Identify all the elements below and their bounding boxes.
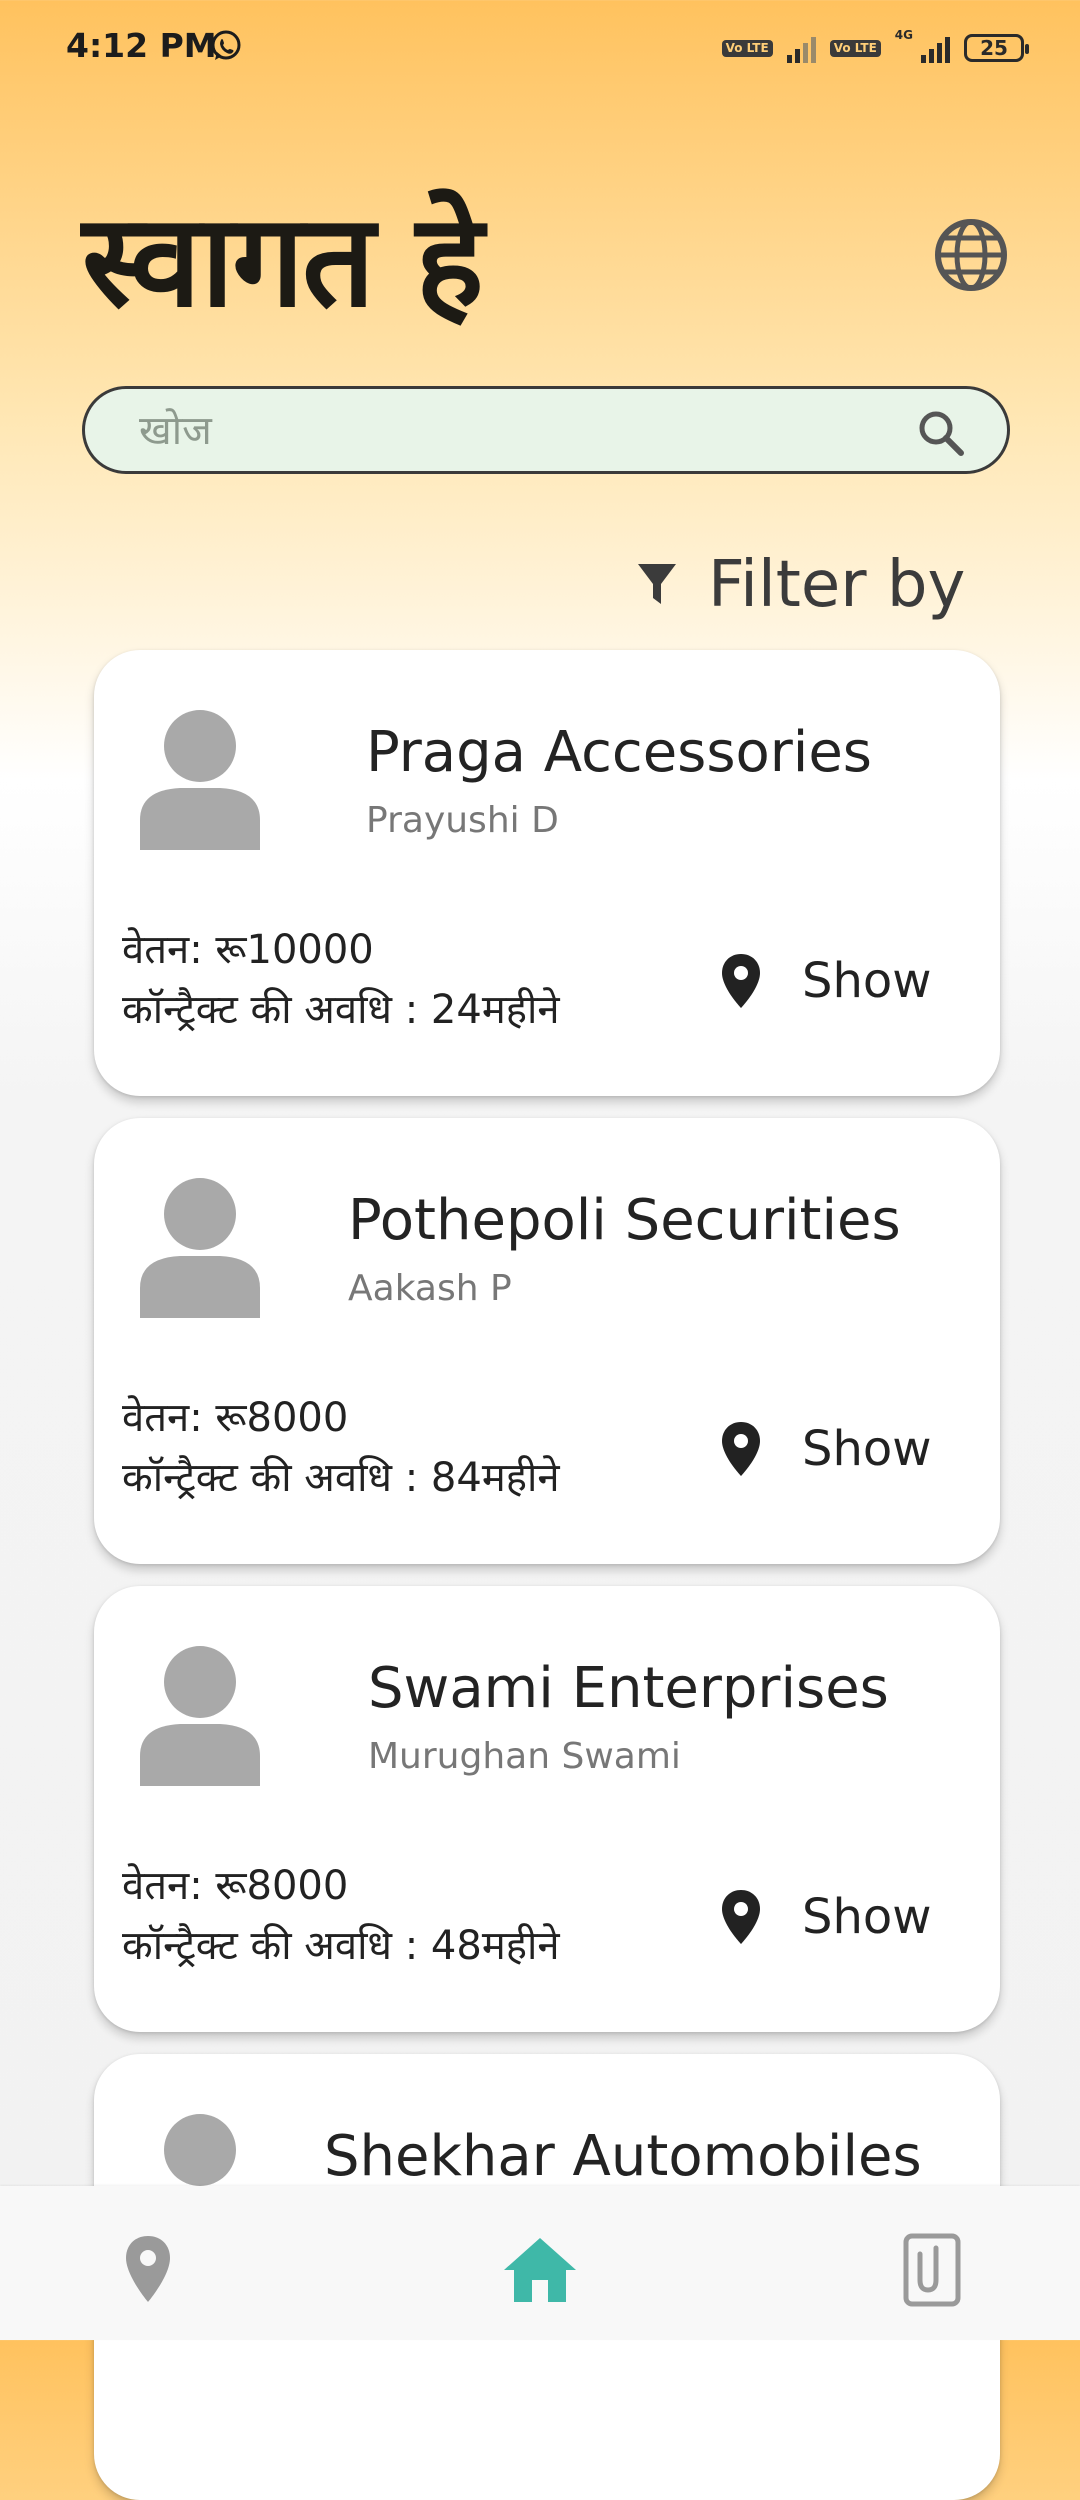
globe-icon[interactable]: [930, 214, 1012, 296]
battery-icon: 25: [964, 34, 1029, 62]
avatar-icon: [140, 710, 260, 850]
company-name: Swami Enterprises: [368, 1656, 889, 1721]
contact-name: Prayushi D: [366, 800, 559, 841]
contract-duration: कॉन्ट्रैक्ट की अवधि : 24महीने: [122, 987, 560, 1033]
search-icon[interactable]: [915, 407, 967, 459]
contact-name: Aakash P: [348, 1268, 512, 1309]
page-title: स्वागत हे: [82, 187, 484, 336]
network-type: 4G: [894, 28, 913, 42]
company-name: Pothepoli Securities: [348, 1188, 901, 1253]
search-input[interactable]: [137, 403, 921, 459]
show-location-button[interactable]: Show: [720, 1414, 932, 1484]
show-location-button[interactable]: Show: [720, 1882, 932, 1952]
company-name: Praga Accessories: [366, 720, 872, 785]
job-card[interactable]: Praga Accessories Prayushi D वेतन: रू100…: [94, 650, 1000, 1096]
home-icon[interactable]: [500, 2230, 580, 2310]
job-card[interactable]: Pothepoli Securities Aakash P वेतन: रू80…: [94, 1118, 1000, 1564]
filter-label: Filter by: [708, 548, 966, 622]
contract-duration: कॉन्ट्रैक्ट की अवधि : 48महीने: [122, 1923, 560, 1969]
location-icon[interactable]: [108, 2230, 188, 2310]
status-indicators: Vo LTE Vo LTE 4G 25: [721, 28, 1029, 68]
status-bar: 4:12 PM Vo LTE Vo LTE 4G 25: [0, 0, 1080, 96]
filter-button[interactable]: Filter by: [636, 540, 965, 630]
show-label: Show: [802, 1421, 932, 1477]
show-location-button[interactable]: Show: [720, 946, 932, 1016]
salary: वेतन: रू8000: [122, 1863, 349, 1909]
show-label: Show: [802, 953, 932, 1009]
search-bar[interactable]: [82, 386, 1010, 474]
whatsapp-icon: [211, 30, 241, 60]
volte-badge: Vo LTE: [721, 39, 773, 57]
salary: वेतन: रू8000: [122, 1395, 349, 1441]
job-card[interactable]: Swami Enterprises Murughan Swami वेतन: र…: [94, 1586, 1000, 2032]
filter-icon: [638, 564, 676, 604]
signal-icon-2: [921, 33, 950, 63]
location-pin-icon: [722, 954, 760, 1008]
signal-icon: [786, 33, 816, 63]
bottom-navigation: [0, 2186, 1080, 2340]
contact-name: Murughan Swami: [368, 1736, 681, 1777]
location-pin-icon: [722, 1422, 760, 1476]
volte-badge-2: Vo LTE: [829, 39, 881, 57]
avatar-icon: [140, 1646, 260, 1786]
company-name: Shekhar Automobiles: [324, 2124, 922, 2189]
document-icon[interactable]: [892, 2230, 972, 2310]
status-time: 4:12 PM: [66, 26, 217, 65]
salary: वेतन: रू10000: [122, 927, 374, 973]
show-label: Show: [802, 1889, 932, 1945]
location-pin-icon: [722, 1890, 760, 1944]
avatar-icon: [140, 1178, 260, 1318]
contract-duration: कॉन्ट्रैक्ट की अवधि : 84महीने: [122, 1455, 560, 1501]
